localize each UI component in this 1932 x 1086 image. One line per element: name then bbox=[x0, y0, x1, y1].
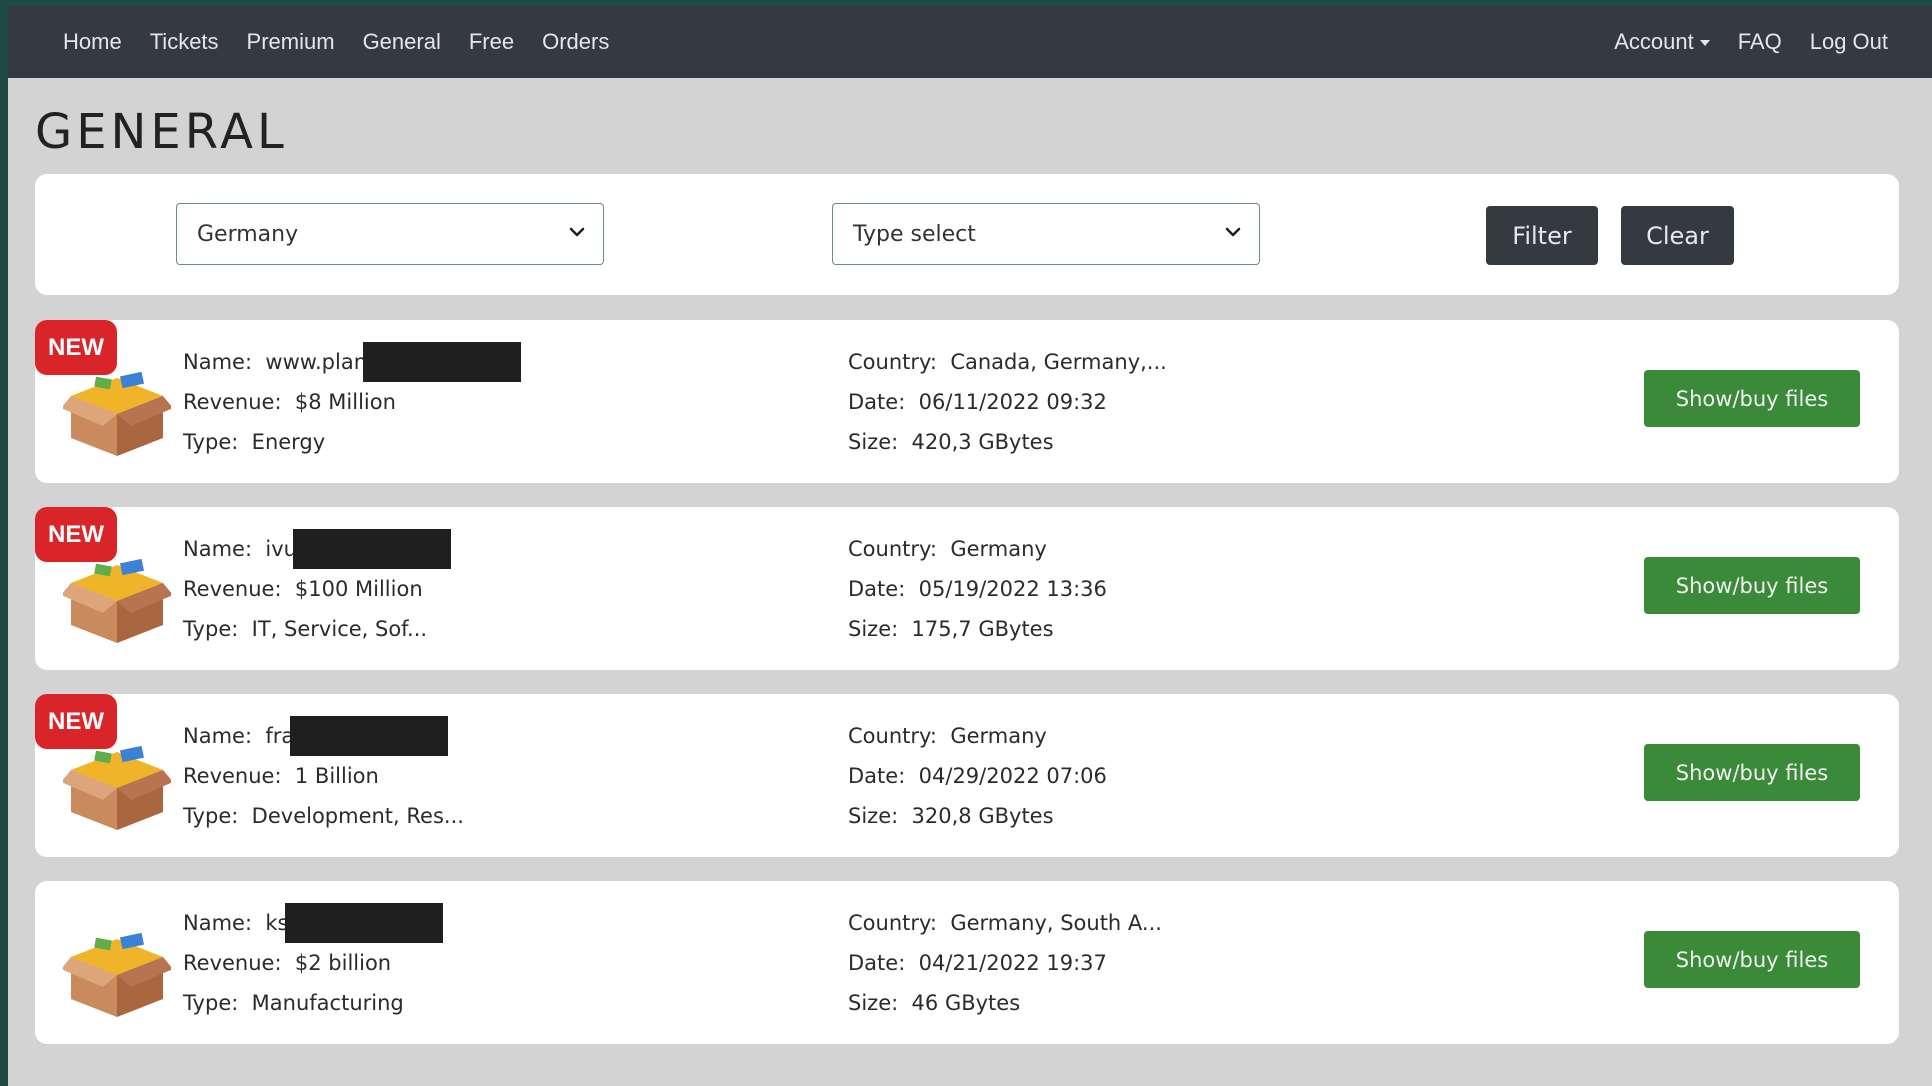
redaction-block bbox=[292, 529, 451, 569]
date-label: Date: bbox=[848, 951, 906, 975]
item-size: 320,8 GBytes bbox=[911, 804, 1054, 828]
type-select-value: Type select bbox=[853, 221, 976, 247]
show-buy-files-button[interactable]: Show/buy files bbox=[1644, 744, 1860, 801]
list-item: NEW Name: ivu Revenue: $100 Million Type… bbox=[35, 507, 1899, 670]
item-date: 04/21/2022 19:37 bbox=[918, 951, 1107, 975]
item-name: www.plan bbox=[265, 350, 368, 374]
item-size: 420,3 GBytes bbox=[911, 430, 1054, 454]
item-date: 05/19/2022 13:36 bbox=[918, 577, 1107, 601]
redaction-block bbox=[284, 903, 443, 943]
nav-right: Account FAQ Log Out bbox=[1600, 6, 1902, 78]
nav-free[interactable]: Free bbox=[455, 29, 528, 55]
item-left-details: Name: fra Revenue: 1 Billion Type: Devel… bbox=[183, 716, 464, 836]
clear-button[interactable]: Clear bbox=[1621, 206, 1734, 265]
size-label: Size: bbox=[848, 617, 899, 641]
item-size: 175,7 GBytes bbox=[911, 617, 1054, 641]
item-left-details: Name: ks Revenue: $2 billion Type: Manuf… bbox=[183, 903, 443, 1023]
type-label: Type: bbox=[183, 804, 239, 828]
page-title: GENERAL bbox=[35, 104, 288, 160]
top-navbar: Home Tickets Premium General Free Orders… bbox=[8, 6, 1932, 78]
type-label: Type: bbox=[183, 430, 239, 454]
date-label: Date: bbox=[848, 390, 906, 414]
type-label: Type: bbox=[183, 991, 239, 1015]
name-label: Name: bbox=[183, 350, 253, 374]
show-buy-files-button[interactable]: Show/buy files bbox=[1644, 557, 1860, 614]
name-label: Name: bbox=[183, 911, 253, 935]
item-date: 04/29/2022 07:06 bbox=[918, 764, 1107, 788]
date-label: Date: bbox=[848, 764, 906, 788]
nav-orders[interactable]: Orders bbox=[528, 29, 623, 55]
item-left-details: Name: ivu Revenue: $100 Million Type: IT… bbox=[183, 529, 451, 649]
item-country: Germany bbox=[950, 724, 1047, 748]
country-label: Country: bbox=[848, 724, 937, 748]
show-buy-files-button[interactable]: Show/buy files bbox=[1644, 370, 1860, 427]
size-label: Size: bbox=[848, 430, 899, 454]
item-revenue: $100 Million bbox=[294, 577, 423, 601]
item-right-details: Country: Germany, South A... Date: 04/21… bbox=[848, 903, 1162, 1023]
size-label: Size: bbox=[848, 991, 899, 1015]
chevron-down-icon bbox=[569, 227, 585, 237]
nav-account-dropdown[interactable]: Account bbox=[1600, 29, 1724, 55]
item-country: Germany bbox=[950, 537, 1047, 561]
list-item: NEW Name: www.plan Revenue: $8 Million T… bbox=[35, 320, 1899, 483]
nav-tickets[interactable]: Tickets bbox=[136, 29, 233, 55]
new-badge: NEW bbox=[35, 694, 117, 749]
item-type: Manufacturing bbox=[251, 991, 404, 1015]
item-revenue: $8 Million bbox=[294, 390, 396, 414]
item-right-details: Country: Germany Date: 04/29/2022 07:06 … bbox=[848, 716, 1107, 836]
revenue-label: Revenue: bbox=[183, 764, 282, 788]
filter-button[interactable]: Filter bbox=[1486, 206, 1598, 265]
item-revenue: 1 Billion bbox=[294, 764, 379, 788]
country-label: Country: bbox=[848, 911, 937, 935]
nav-account-label: Account bbox=[1614, 29, 1694, 54]
revenue-label: Revenue: bbox=[183, 390, 282, 414]
country-label: Country: bbox=[848, 537, 937, 561]
type-select[interactable]: Type select bbox=[832, 203, 1260, 265]
country-select[interactable]: Germany bbox=[176, 203, 604, 265]
nav-links: Home Tickets Premium General Free Orders bbox=[49, 29, 623, 55]
type-label: Type: bbox=[183, 617, 239, 641]
date-label: Date: bbox=[848, 577, 906, 601]
item-type: Energy bbox=[251, 430, 326, 454]
nav-premium[interactable]: Premium bbox=[233, 29, 349, 55]
nav-logout[interactable]: Log Out bbox=[1796, 29, 1902, 55]
item-right-details: Country: Canada, Germany,... Date: 06/11… bbox=[848, 342, 1167, 462]
nav-general[interactable]: General bbox=[349, 29, 455, 55]
item-type: Development, Res... bbox=[251, 804, 464, 828]
caret-down-icon bbox=[1699, 40, 1710, 47]
redaction-block bbox=[290, 716, 449, 756]
item-right-details: Country: Germany Date: 05/19/2022 13:36 … bbox=[848, 529, 1107, 649]
item-size: 46 GBytes bbox=[911, 991, 1021, 1015]
name-label: Name: bbox=[183, 724, 253, 748]
item-left-details: Name: www.plan Revenue: $8 Million Type:… bbox=[183, 342, 522, 462]
item-date: 06/11/2022 09:32 bbox=[918, 390, 1107, 414]
item-revenue: $2 billion bbox=[294, 951, 392, 975]
revenue-label: Revenue: bbox=[183, 951, 282, 975]
window-frame-left bbox=[0, 0, 8, 1086]
filter-panel: Germany Type select Filter Clear bbox=[35, 174, 1899, 295]
country-select-value: Germany bbox=[197, 221, 299, 247]
redaction-block bbox=[363, 342, 522, 382]
new-badge: NEW bbox=[35, 320, 117, 375]
list-item: Name: ks Revenue: $2 billion Type: Manuf… bbox=[35, 881, 1899, 1044]
nav-faq[interactable]: FAQ bbox=[1724, 29, 1796, 55]
nav-home[interactable]: Home bbox=[49, 29, 136, 55]
list-item: NEW Name: fra Revenue: 1 Billion Type: D… bbox=[35, 694, 1899, 857]
name-label: Name: bbox=[183, 537, 253, 561]
country-label: Country: bbox=[848, 350, 937, 374]
item-country: Germany, South A... bbox=[950, 911, 1162, 935]
revenue-label: Revenue: bbox=[183, 577, 282, 601]
chevron-down-icon bbox=[1225, 227, 1241, 237]
package-box-icon bbox=[63, 932, 171, 1017]
item-country: Canada, Germany,... bbox=[950, 350, 1167, 374]
new-badge: NEW bbox=[35, 507, 117, 562]
size-label: Size: bbox=[848, 804, 899, 828]
item-type: IT, Service, Sof... bbox=[251, 617, 428, 641]
show-buy-files-button[interactable]: Show/buy files bbox=[1644, 931, 1860, 988]
